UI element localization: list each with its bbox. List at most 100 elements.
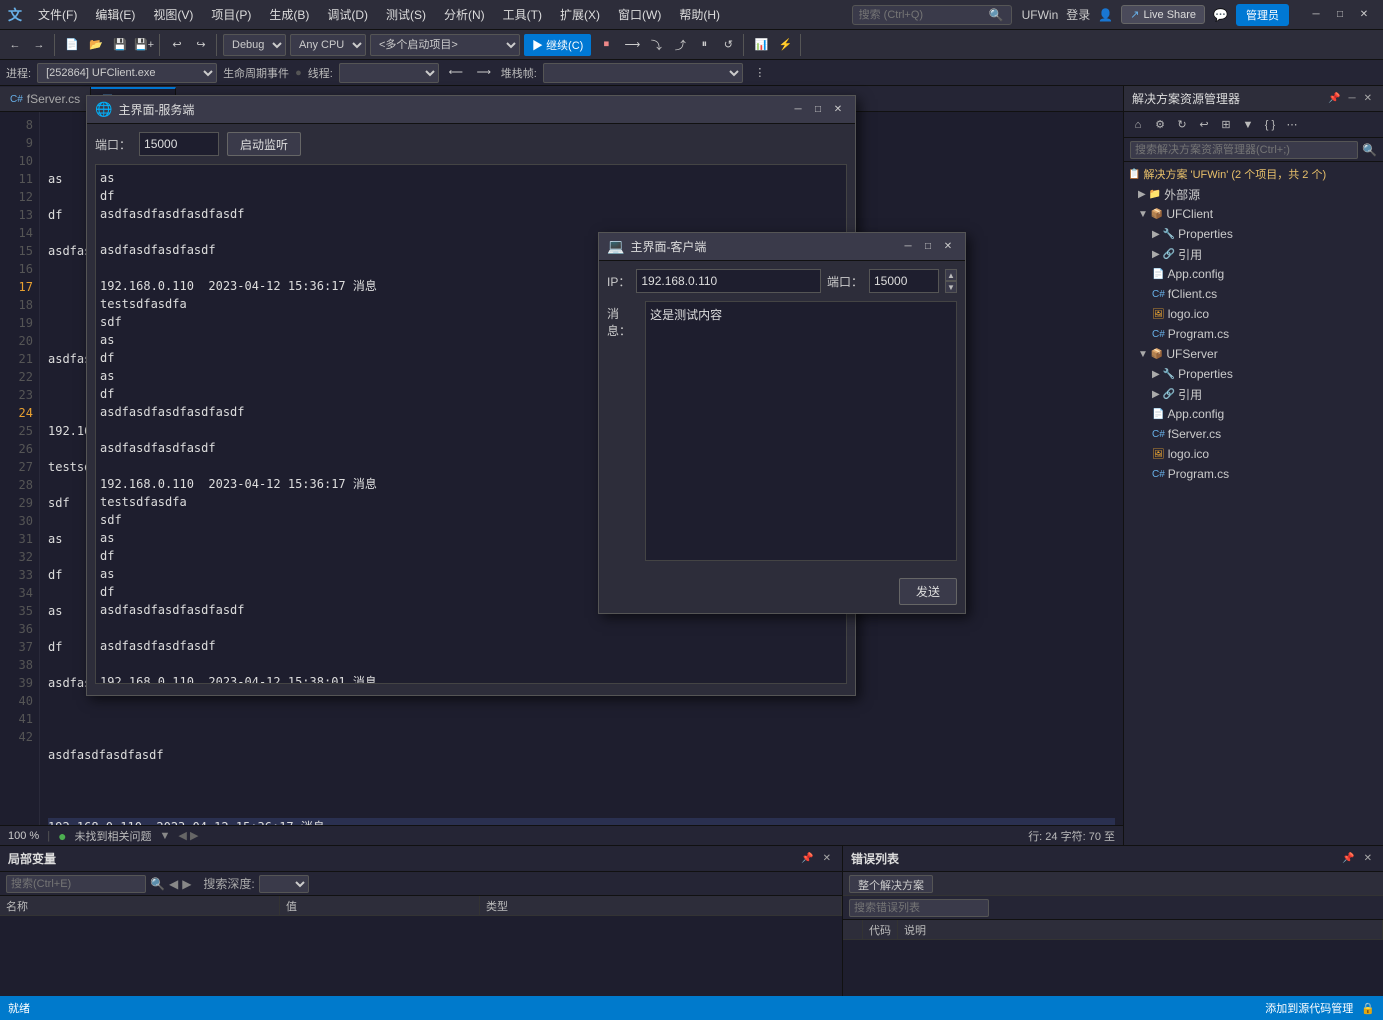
errors-search-input[interactable] bbox=[849, 899, 989, 917]
tree-ufclient-fclient[interactable]: C# fClient.cs bbox=[1124, 284, 1383, 304]
tree-ufclient-properties[interactable]: ▶ 🔧 Properties bbox=[1124, 224, 1383, 244]
tree-ufserver-appconfig[interactable]: 📄 App.config bbox=[1124, 404, 1383, 424]
new-button[interactable]: 📄 bbox=[61, 34, 83, 56]
client-msg-area[interactable]: 这是测试内容 bbox=[645, 301, 957, 561]
sol-home-btn[interactable]: ⌂ bbox=[1128, 115, 1148, 135]
search-input[interactable] bbox=[859, 9, 989, 21]
server-restore-btn[interactable]: □ bbox=[809, 101, 827, 119]
undo-button[interactable]: ↩ bbox=[166, 34, 188, 56]
login-label[interactable]: 登录 bbox=[1066, 6, 1090, 23]
tree-ufserver-properties[interactable]: ▶ 🔧 Properties bbox=[1124, 364, 1383, 384]
live-share-button[interactable]: ↗ Live Share bbox=[1121, 5, 1205, 24]
menu-edit[interactable]: 编辑(E) bbox=[87, 4, 143, 25]
step-out-button[interactable]: ⤴ bbox=[669, 34, 691, 56]
tree-ufserver[interactable]: ▼ 📦 UFServer bbox=[1124, 344, 1383, 364]
open-button[interactable]: 📂 bbox=[85, 34, 107, 56]
locals-depth-select[interactable] bbox=[259, 875, 309, 893]
solution-minimize-button[interactable]: ─ bbox=[1346, 92, 1359, 105]
client-minimize-btn[interactable]: ─ bbox=[899, 238, 917, 256]
redo-button[interactable]: ↪ bbox=[190, 34, 212, 56]
server-close-btn[interactable]: ✕ bbox=[829, 101, 847, 119]
step-over-button[interactable]: ⟶ bbox=[621, 34, 643, 56]
port-down-btn[interactable]: ▼ bbox=[945, 281, 957, 293]
tree-external-sources[interactable]: ▶ 📁 外部源 bbox=[1124, 184, 1383, 204]
locals-search-input[interactable] bbox=[6, 875, 146, 893]
stop-button[interactable]: ⏹ bbox=[595, 34, 617, 56]
menu-test[interactable]: 测试(S) bbox=[378, 4, 434, 25]
menu-analyze[interactable]: 分析(N) bbox=[436, 4, 493, 25]
minimize-button[interactable]: ─ bbox=[1305, 5, 1327, 25]
forward-button[interactable]: → bbox=[28, 34, 50, 56]
tree-ufserver-logo[interactable]: 🖼 logo.ico bbox=[1124, 444, 1383, 464]
tree-ufclient-program[interactable]: C# Program.cs bbox=[1124, 324, 1383, 344]
admin-button[interactable]: 管理员 bbox=[1236, 4, 1289, 26]
menu-tools[interactable]: 工具(T) bbox=[495, 4, 550, 25]
save-all-button[interactable]: 💾+ bbox=[133, 34, 155, 56]
errors-pin-btn[interactable]: 📌 bbox=[1339, 852, 1357, 865]
thread-nav2[interactable]: ⟶ bbox=[473, 62, 495, 84]
errors-scope-button[interactable]: 整个解决方案 bbox=[849, 875, 933, 893]
save-button[interactable]: 💾 bbox=[109, 34, 131, 56]
server-dialog-title-bar[interactable]: 🌐 主界面-服务端 ─ □ ✕ bbox=[87, 96, 855, 124]
restart-button[interactable]: ↺ bbox=[717, 34, 739, 56]
send-button[interactable]: 发送 bbox=[899, 578, 957, 605]
client-close-btn[interactable]: ✕ bbox=[939, 238, 957, 256]
client-ip-input[interactable] bbox=[636, 269, 821, 293]
stack-more[interactable]: ⋮ bbox=[749, 62, 771, 84]
solution-pin-button[interactable]: 📌 bbox=[1325, 92, 1343, 105]
locals-close-btn[interactable]: ✕ bbox=[820, 852, 834, 865]
tree-solution-root[interactable]: 📋 解决方案 'UFWin' (2 个项目，共 2 个) bbox=[1124, 164, 1383, 184]
locals-search-nav-right[interactable]: ▶ bbox=[182, 877, 191, 891]
sol-props-btn[interactable]: ⚙ bbox=[1150, 115, 1170, 135]
tree-ufclient[interactable]: ▼ 📦 UFClient bbox=[1124, 204, 1383, 224]
menu-window[interactable]: 窗口(W) bbox=[610, 4, 669, 25]
tree-ufserver-program[interactable]: C# Program.cs bbox=[1124, 464, 1383, 484]
server-minimize-btn[interactable]: ─ bbox=[789, 101, 807, 119]
diag-button[interactable]: 📊 bbox=[750, 34, 772, 56]
client-restore-btn[interactable]: □ bbox=[919, 238, 937, 256]
continue-button[interactable]: ▶ 继续(C) bbox=[524, 34, 591, 56]
cpu-target-select[interactable]: Any CPU bbox=[290, 34, 366, 56]
step-into-button[interactable]: ⤵ bbox=[645, 34, 667, 56]
startup-project-select[interactable]: <多个启动项目> bbox=[370, 34, 520, 56]
thread-select[interactable] bbox=[339, 63, 439, 83]
tab-fserver[interactable]: C# fServer.cs bbox=[0, 87, 91, 111]
tree-ufclient-logo[interactable]: 🖼 logo.ico bbox=[1124, 304, 1383, 324]
process-select[interactable]: [252864] UFClient.exe bbox=[37, 63, 217, 83]
tree-ufclient-refs[interactable]: ▶ 🔗 引用 bbox=[1124, 244, 1383, 264]
sol-undo-btn[interactable]: ↩ bbox=[1194, 115, 1214, 135]
menu-view[interactable]: 视图(V) bbox=[145, 4, 201, 25]
menu-project[interactable]: 项目(P) bbox=[203, 4, 259, 25]
tree-ufclient-appconfig[interactable]: 📄 App.config bbox=[1124, 264, 1383, 284]
tree-ufserver-fserver[interactable]: C# fServer.cs bbox=[1124, 424, 1383, 444]
pause-button[interactable]: ⏸ bbox=[693, 34, 715, 56]
sol-code-btn[interactable]: { } bbox=[1260, 115, 1280, 135]
sol-expand-btn[interactable]: ▼ bbox=[1238, 115, 1258, 135]
add-to-source-label[interactable]: 添加到源代码管理 bbox=[1265, 1000, 1353, 1016]
back-button[interactable]: ← bbox=[4, 34, 26, 56]
stack-select[interactable] bbox=[543, 63, 743, 83]
port-up-btn[interactable]: ▲ bbox=[945, 269, 957, 281]
menu-build[interactable]: 生成(B) bbox=[261, 4, 317, 25]
solution-search-input[interactable] bbox=[1130, 141, 1358, 159]
sol-filter-btn[interactable]: ⊞ bbox=[1216, 115, 1236, 135]
menu-debug[interactable]: 调试(D) bbox=[319, 4, 376, 25]
menu-extend[interactable]: 扩展(X) bbox=[552, 4, 608, 25]
perf-button[interactable]: ⚡ bbox=[774, 34, 796, 56]
client-dialog-title-bar[interactable]: 💻 主界面-客户端 ─ □ ✕ bbox=[599, 233, 965, 261]
solution-close-button[interactable]: ✕ bbox=[1361, 92, 1375, 105]
restore-button[interactable]: □ bbox=[1329, 5, 1351, 25]
sol-more-btn[interactable]: ⋯ bbox=[1282, 115, 1302, 135]
errors-close-btn[interactable]: ✕ bbox=[1361, 852, 1375, 865]
locals-search-nav-left[interactable]: ◀ bbox=[169, 877, 178, 891]
server-listen-button[interactable]: 启动监听 bbox=[227, 132, 301, 156]
locals-pin-btn[interactable]: 📌 bbox=[798, 852, 816, 865]
filter-icon[interactable]: ▼ bbox=[160, 830, 171, 842]
debug-mode-select[interactable]: Debug bbox=[223, 34, 286, 56]
close-button[interactable]: ✕ bbox=[1353, 5, 1375, 25]
sol-refresh-btn[interactable]: ↻ bbox=[1172, 115, 1192, 135]
server-port-input[interactable] bbox=[139, 132, 219, 156]
menu-file[interactable]: 文件(F) bbox=[30, 4, 85, 25]
tree-ufserver-refs[interactable]: ▶ 🔗 引用 bbox=[1124, 384, 1383, 404]
menu-help[interactable]: 帮助(H) bbox=[671, 4, 728, 25]
